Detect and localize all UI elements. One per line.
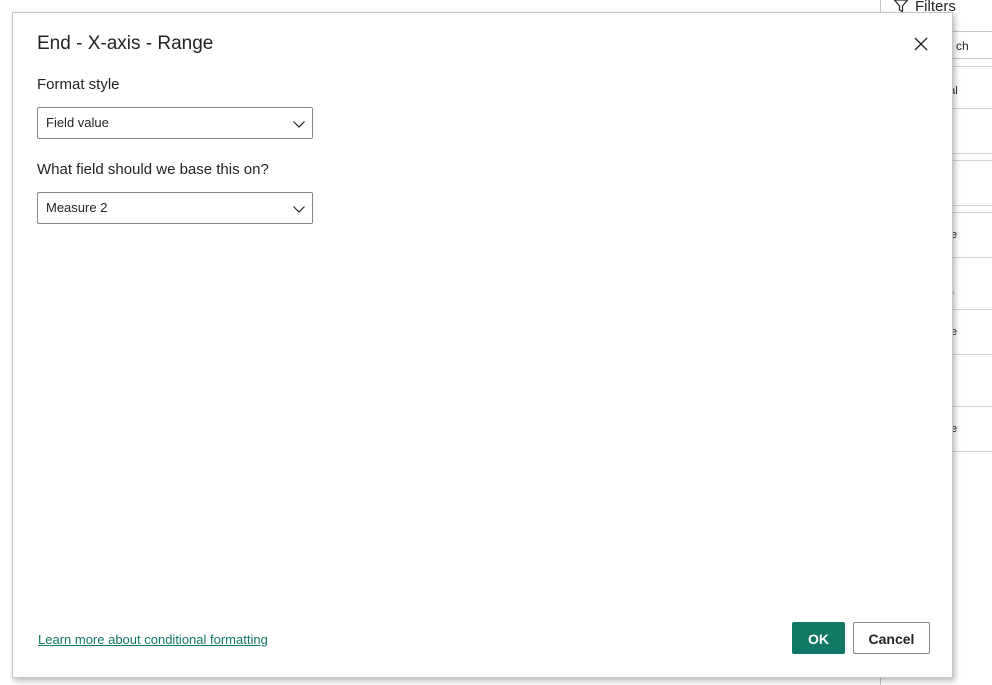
close-icon — [914, 37, 928, 51]
base-field-value: Measure 2 — [46, 200, 108, 215]
chevron-down-icon — [293, 121, 305, 128]
cancel-button[interactable]: Cancel — [853, 622, 930, 654]
base-field-label: What field should we base this on? — [37, 161, 269, 178]
format-style-label: Format style — [37, 76, 120, 93]
ok-button[interactable]: OK — [792, 622, 845, 654]
format-style-dropdown[interactable]: Field value — [37, 107, 313, 139]
learn-more-link[interactable]: Learn more about conditional formatting — [38, 631, 268, 649]
close-button[interactable] — [911, 34, 931, 54]
dialog-title: End - X-axis - Range — [37, 33, 214, 54]
page: Filters ch s visual olumn' data fie s pa… — [0, 0, 992, 685]
chevron-down-icon — [293, 206, 305, 213]
conditional-formatting-dialog: End - X-axis - Range Format style Field … — [12, 12, 953, 678]
base-field-dropdown[interactable]: Measure 2 — [37, 192, 313, 224]
format-style-value: Field value — [46, 115, 109, 130]
